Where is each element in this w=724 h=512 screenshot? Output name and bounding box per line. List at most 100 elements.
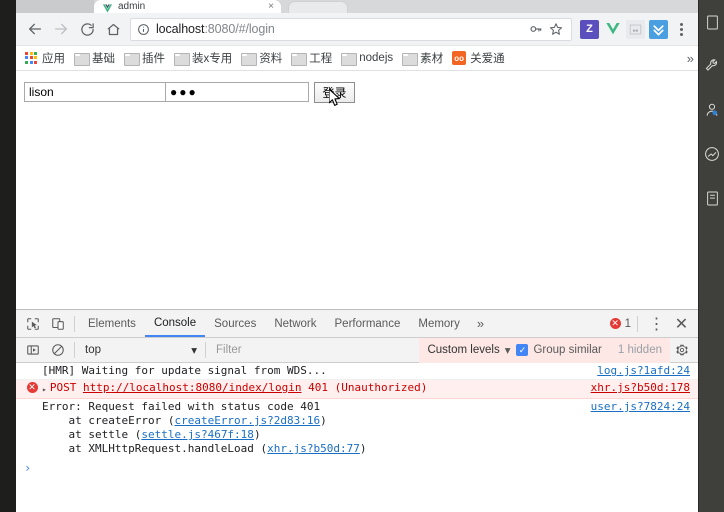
inspect-element-icon[interactable] [20, 311, 45, 337]
console-output[interactable]: [HMR] Waiting for update signal from WDS… [16, 363, 698, 501]
extension-vue-devtools-icon[interactable] [603, 20, 622, 39]
bookmarks-overflow-icon[interactable]: » [687, 51, 694, 66]
console-sidebar-icon[interactable] [20, 337, 45, 363]
folder-icon [341, 52, 358, 66]
settings-gear-icon[interactable] [670, 338, 694, 363]
console-message-text: [HMR] Waiting for update signal from WDS… [42, 364, 327, 377]
dock-ban-icon[interactable] [699, 132, 724, 176]
devtools-tab-elements[interactable]: Elements [79, 310, 145, 337]
chevron-down-icon: ▾ [504, 345, 511, 357]
console-error-detail-row[interactable]: Error: Request failed with status code 4… [16, 399, 698, 414]
bookmark-guanaitong[interactable]: oo 关爱通 [449, 49, 510, 67]
devtools-tab-memory[interactable]: Memory [409, 310, 469, 337]
apps-grid-icon [25, 51, 38, 65]
console-error-row[interactable]: ✕ ▸ POST http://localhost:8080/index/log… [16, 380, 698, 399]
bookmark-sucai[interactable]: 素材 [399, 49, 448, 67]
error-count: 1 [624, 317, 631, 330]
checkbox-checked-icon: ✓ [516, 344, 529, 356]
svg-text:ee: ee [633, 28, 639, 33]
page-info-icon[interactable] [137, 23, 150, 36]
dock-document-icon[interactable] [699, 0, 724, 44]
devtools-settings-menu-icon[interactable]: ⋮ [644, 311, 669, 337]
folder-icon [74, 52, 90, 66]
stack-line-suffix: ) [320, 414, 327, 427]
console-context-value: top [85, 344, 101, 356]
username-input[interactable] [24, 82, 166, 102]
expand-triangle-icon[interactable]: ▸ [42, 381, 47, 397]
request-url-link[interactable]: http://localhost:8080/index/login [83, 381, 302, 394]
bookmark-apps[interactable]: 应用 [22, 49, 70, 67]
console-levels-select[interactable]: Custom levels ▾ [419, 337, 517, 363]
message-gutter: ✕ [22, 381, 42, 393]
stack-link[interactable]: settle.js?467f:18 [141, 428, 254, 441]
clear-console-icon[interactable] [45, 337, 70, 363]
dock-person-icon[interactable] [699, 88, 724, 132]
desktop-background: admin × localhost:8080/#/login Z ee 应用 基… [0, 0, 724, 512]
address-bar[interactable]: localhost:8080/#/login [130, 17, 572, 41]
bookmark-label: 插件 [142, 53, 165, 65]
bookmark-gongcheng[interactable]: 工程 [288, 49, 337, 67]
vue-favicon-icon [102, 3, 113, 13]
browser-toolbar: localhost:8080/#/login Z ee [16, 13, 698, 46]
console-source-link[interactable]: log.js?1afd:24 [597, 364, 690, 378]
console-prompt[interactable]: › [16, 458, 698, 478]
bookmark-chajian[interactable]: 插件 [121, 49, 170, 67]
devtools-close-icon[interactable]: ✕ [669, 311, 694, 337]
hidden-messages-count: 1 hidden [609, 337, 670, 363]
tab-strip-left-area [16, 0, 94, 13]
console-prompt-icon: › [24, 461, 32, 475]
console-context-select[interactable]: top ▾ [79, 341, 201, 360]
home-button[interactable] [100, 16, 126, 42]
bookmark-ziliao[interactable]: 资料 [238, 49, 287, 67]
console-levels-label: Custom levels [427, 344, 500, 356]
console-filter-input[interactable]: Filter [210, 341, 419, 360]
group-similar-toggle[interactable]: ✓ Group similar [516, 337, 610, 363]
message-gutter [22, 364, 42, 365]
bookmark-label: nodejs [359, 52, 394, 64]
extension-zotero-icon[interactable]: Z [580, 19, 599, 39]
bookmark-jichu[interactable]: 基础 [71, 49, 120, 67]
back-button[interactable] [22, 16, 48, 42]
inactive-tab[interactable] [288, 1, 348, 13]
device-toolbar-icon[interactable] [45, 311, 70, 337]
devtools-tab-network[interactable]: Network [265, 310, 325, 337]
devtools-tab-console[interactable]: Console [144, 310, 206, 337]
stack-line-suffix: ) [359, 442, 367, 455]
folder-icon [174, 52, 190, 66]
devtools-error-badge[interactable]: ✕ 1 [609, 317, 631, 330]
bookmarks-bar: 应用 基础 插件 装x专用 资料 工程 nodejs 素材 oo 关爱通 » [16, 46, 698, 71]
folder-icon [402, 52, 419, 66]
bookmark-star-icon[interactable] [546, 19, 566, 39]
stack-link[interactable]: xhr.js?b50d:77 [267, 442, 360, 455]
devtools-tab-sources[interactable]: Sources [205, 310, 265, 337]
chrome-menu-button[interactable] [670, 18, 692, 40]
extension-blue-icon[interactable] [649, 19, 668, 39]
stack-line-prefix: at createError ( [42, 414, 175, 427]
tab-title: admin [118, 1, 146, 12]
browser-tab-admin[interactable]: admin × [94, 0, 281, 13]
login-button[interactable]: 登录 [314, 82, 355, 106]
group-similar-label: Group similar [533, 344, 602, 356]
console-source-link[interactable]: xhr.js?b50d:178 [591, 381, 690, 395]
key-icon[interactable] [526, 19, 546, 39]
chrome-browser-window: admin × localhost:8080/#/login Z ee 应用 基… [16, 0, 698, 512]
dock-note-icon[interactable] [699, 176, 724, 220]
devtools-more-tabs-icon[interactable]: » [469, 316, 492, 331]
filterbar-divider [205, 342, 206, 358]
console-message-row[interactable]: [HMR] Waiting for update signal from WDS… [16, 363, 698, 380]
tab-close-icon[interactable]: × [268, 1, 274, 13]
stack-link[interactable]: createError.js?2d83:16 [174, 414, 320, 427]
console-source-link[interactable]: user.js?7824:24 [591, 400, 690, 414]
bookmark-label: 素材 [420, 53, 444, 65]
stack-line-prefix: at settle ( [42, 428, 142, 441]
reload-button[interactable] [74, 16, 100, 42]
devtools-tab-performance[interactable]: Performance [326, 310, 410, 337]
bookmark-zhuangx[interactable]: 装x专用 [171, 49, 237, 67]
password-input[interactable] [166, 82, 309, 102]
filterbar-divider [74, 342, 75, 358]
folder-icon [291, 52, 308, 66]
dock-wrench-icon[interactable] [699, 44, 724, 88]
url-host: localhost [156, 22, 205, 36]
bookmark-nodejs[interactable]: nodejs [338, 51, 398, 66]
extension-grey-icon[interactable]: ee [626, 19, 645, 39]
